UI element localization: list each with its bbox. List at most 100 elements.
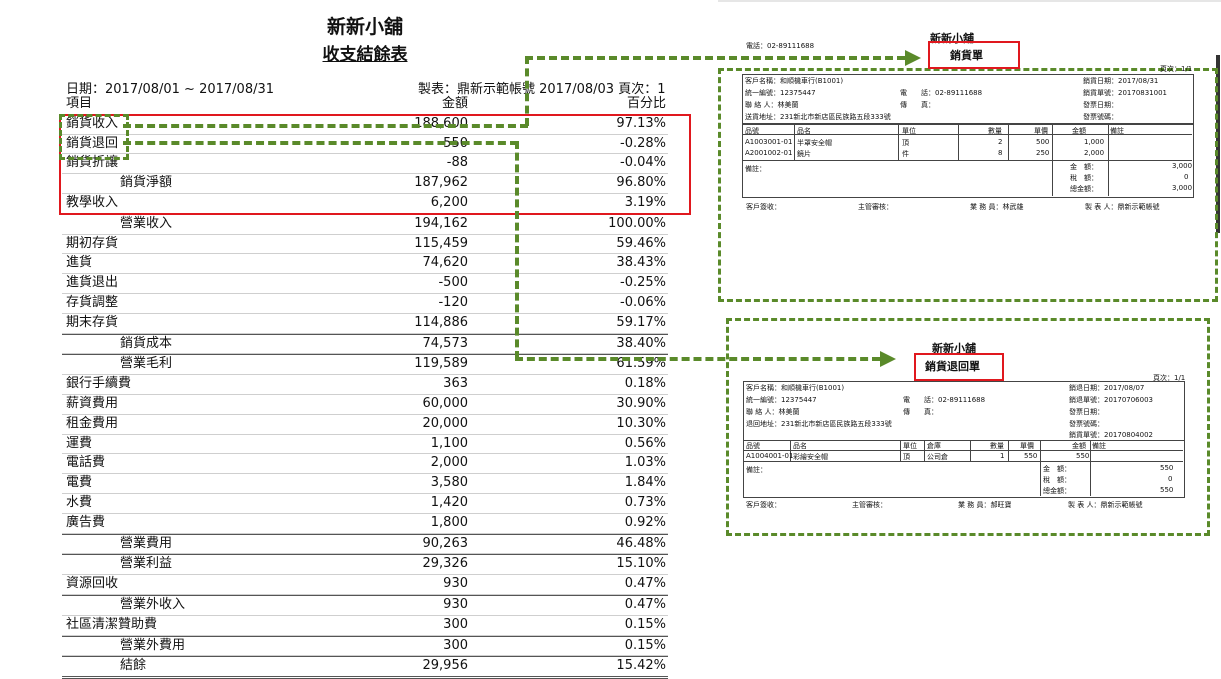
- table-row: 資源回收 930 0.47%: [62, 575, 668, 595]
- table-header-row: 項目 金額 百分比: [62, 95, 668, 115]
- table-row: 電話費 2,000 1.03%: [62, 454, 668, 475]
- table-row: 結餘 29,956 15.42%: [62, 656, 668, 679]
- row-percent: 59.17%: [616, 314, 666, 330]
- return-invoice-no: 發票號碼：: [1069, 420, 1104, 428]
- table-row: 薪資費用 60,000 30.90%: [62, 395, 668, 415]
- row-item-name: 銷貨成本: [120, 335, 173, 351]
- sales-col-header: 數量: [988, 127, 1002, 135]
- sales-item-qty: 8: [998, 149, 1003, 157]
- return-tax-label: 稅 額：: [1043, 476, 1071, 484]
- row-percent: -0.06%: [620, 294, 666, 310]
- sales-contact: 聯 絡 人：林美蘭: [745, 101, 799, 109]
- row-percent: 1.84%: [624, 475, 666, 491]
- row-percent: 38.40%: [616, 335, 666, 351]
- row-amount: 300: [443, 616, 468, 632]
- return-col-divider: [900, 440, 901, 461]
- return-sign-sales: 業 務 員：郝旺寶: [958, 501, 1012, 509]
- table-row: 營業費用 90,263 46.48%: [62, 533, 668, 555]
- sales-item-amount: 2,000: [1084, 149, 1105, 157]
- sales-sign-sales: 業 務 員：林武雄: [970, 203, 1024, 211]
- row-item-name: 存貨調整: [66, 294, 119, 310]
- sales-invoice-date: 發票日期：: [1083, 101, 1118, 109]
- table-row: 電費 3,580 1.84%: [62, 474, 668, 494]
- table-row: 社區清潔贊助費 300 0.15%: [62, 616, 668, 636]
- table-row: 銀行手續費 363 0.18%: [62, 375, 668, 395]
- return-tax-id: 統一編號：12375447: [746, 396, 817, 404]
- table-row: 租金費用 20,000 10.30%: [62, 415, 668, 435]
- sales-col-header: 品號: [745, 127, 759, 135]
- row-item-name: 營業費用: [120, 535, 173, 551]
- return-col-header: 品名: [793, 442, 807, 450]
- return-col-header: 倉庫: [927, 442, 941, 450]
- return-fax: 傳 真：: [903, 408, 938, 416]
- return-grand-value: 550: [1160, 486, 1174, 494]
- row-percent: 0.47%: [624, 596, 666, 612]
- highlight-red-box: [59, 114, 691, 215]
- row-amount: 3,580: [430, 475, 468, 491]
- row-percent: -0.25%: [620, 275, 666, 291]
- return-item-code: A1004001-01: [746, 452, 794, 460]
- sales-col-header: 單價: [1034, 127, 1048, 135]
- sales-col-divider: [898, 124, 899, 160]
- return-grand-label: 總金額：: [1043, 487, 1071, 495]
- row-amount: 930: [443, 576, 468, 592]
- sales-col-divider: [958, 124, 959, 160]
- row-item-name: 租金費用: [66, 415, 119, 431]
- return-items-header-line: [743, 450, 1183, 451]
- return-sales-no: 銷貨單號：20170804002: [1069, 431, 1153, 439]
- row-item-name: 期末存貨: [66, 314, 119, 330]
- row-amount: 1,800: [430, 514, 468, 530]
- row-amount: 29,956: [422, 658, 469, 674]
- sales-item-unit: 頂: [902, 139, 909, 147]
- return-item-name: 彩繪安全帽: [793, 453, 828, 461]
- row-percent: 30.90%: [616, 395, 666, 411]
- return-col-divider: [1040, 440, 1041, 496]
- row-item-name: 資源回收: [66, 576, 119, 592]
- sales-col-divider: [1008, 124, 1009, 160]
- row-amount: 114,886: [414, 314, 468, 330]
- row-percent: 0.47%: [624, 576, 666, 592]
- sales-note: 備註：: [745, 165, 766, 173]
- row-amount: 60,000: [422, 395, 469, 411]
- sales-tax-label: 稅 額：: [1070, 174, 1098, 182]
- sales-sign-maker: 製 表 人：鼎新示範帳號: [1085, 203, 1160, 211]
- connector-line: [515, 141, 519, 359]
- row-amount: 119,589: [414, 356, 468, 372]
- table-row: 營業利益 29,326 15.10%: [62, 554, 668, 576]
- sales-total-label: 金 額：: [1070, 163, 1098, 171]
- row-item-name: 營業利益: [120, 556, 173, 572]
- sales-item-name: 鏡片: [797, 150, 811, 158]
- return-item-price: 550: [1024, 452, 1038, 460]
- sales-doc-type: 銷貨單: [950, 49, 983, 62]
- sales-col-header: 金額: [1072, 127, 1086, 135]
- return-phone: 電 話：02-89111688: [903, 396, 986, 404]
- return-doc-no: 銷退單號：20170706003: [1069, 396, 1153, 404]
- top-divider: [718, 0, 1221, 2]
- return-sign-maker: 製 表 人：鼎新示範帳號: [1068, 501, 1143, 509]
- row-amount: 1,100: [430, 435, 468, 451]
- row-percent: 0.15%: [624, 637, 666, 653]
- sales-date: 銷貨日期：2017/08/31: [1083, 77, 1159, 85]
- row-item-name: 社區清潔贊助費: [66, 616, 158, 632]
- row-item-name: 進貨退出: [66, 275, 119, 291]
- sales-item-code: A2001002-01: [745, 149, 793, 157]
- row-item-name: 運費: [66, 435, 93, 451]
- header-item: 項目: [66, 96, 93, 111]
- row-amount: 74,573: [422, 335, 469, 351]
- return-col-header: 品號: [746, 442, 760, 450]
- row-percent: 0.92%: [624, 514, 666, 530]
- sales-col-divider: [1108, 124, 1109, 196]
- report-title: 新新小舖: [326, 16, 403, 38]
- return-sign-customer: 客戶簽收：: [746, 501, 781, 509]
- return-col-header: 金額: [1072, 442, 1086, 450]
- header-amount: 金額: [441, 96, 468, 111]
- sales-customer: 客戶名稱：和順機車行(B1001): [745, 77, 844, 85]
- return-invoice-date: 發票日期：: [1069, 408, 1104, 416]
- return-total-label: 金 額：: [1043, 465, 1071, 473]
- row-amount: 194,162: [414, 215, 468, 231]
- connector-line: [525, 56, 529, 126]
- return-note: 備註：: [746, 466, 767, 474]
- connector-line: [525, 56, 905, 60]
- return-col-divider: [1008, 440, 1009, 461]
- connector-line: [123, 124, 528, 128]
